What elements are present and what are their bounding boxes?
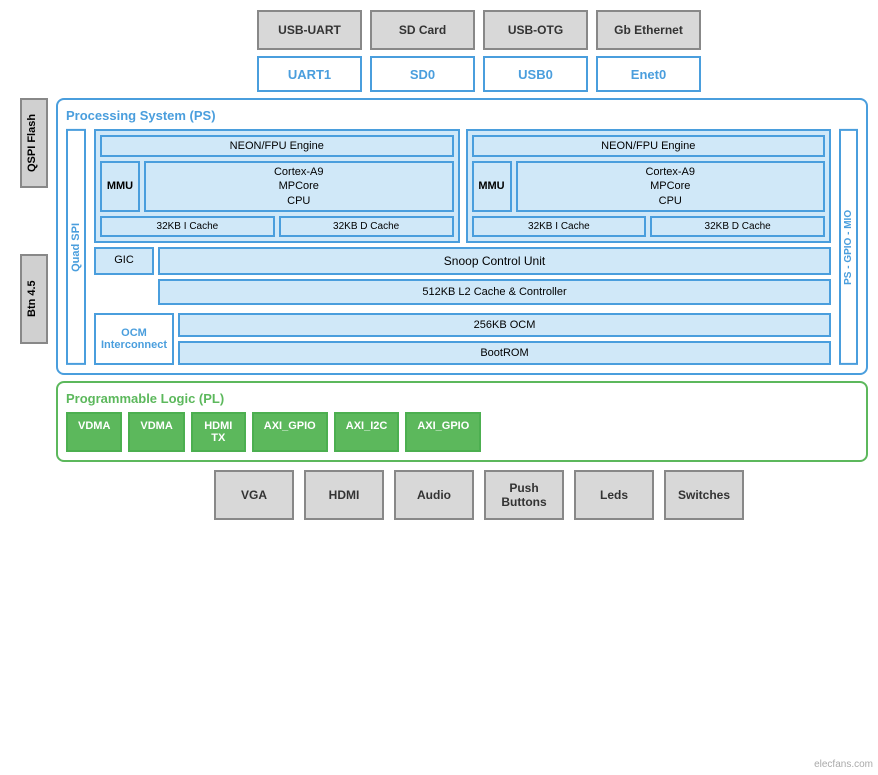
periph-hdmi: HDMI	[304, 470, 384, 520]
gic-scu-row: GIC Snoop Control Unit	[94, 247, 831, 275]
btn45-label: Btn 4.5	[20, 254, 48, 344]
l2-spacer	[94, 279, 158, 309]
diagram-container: USB-UART SD Card USB-OTG Gb Ethernet UAR…	[0, 0, 878, 775]
middle-section: QSPI Flash Btn 4.5 Processing System (PS…	[20, 98, 868, 462]
ps-gpio-side-label: PS - GPIO - MIO	[839, 129, 858, 365]
pl-vdma-1: VDMA	[128, 412, 184, 452]
pl-title: Programmable Logic (PL)	[66, 391, 858, 406]
cpu-core-0: NEON/FPU Engine MMU Cortex-A9 MPCore CPU…	[94, 129, 460, 243]
cortex-0: Cortex-A9 MPCore CPU	[144, 161, 454, 212]
iface-usb0: USB0	[483, 56, 588, 92]
core-inner-0: MMU Cortex-A9 MPCore CPU	[100, 161, 454, 212]
dcache-0: 32KB D Cache	[279, 216, 454, 237]
dcache-1: 32KB D Cache	[650, 216, 825, 237]
ocm-256: 256KB OCM	[178, 313, 831, 337]
top-peripherals-row: USB-UART SD Card USB-OTG Gb Ethernet	[90, 10, 868, 50]
gic-box: GIC	[94, 247, 154, 275]
l2-row: 512KB L2 Cache & Controller	[94, 279, 831, 309]
far-left-labels: QSPI Flash Btn 4.5	[20, 98, 48, 462]
ps-inner-row: Quad SPI NEON/FPU Engine MMU Cortex-A9 M…	[66, 129, 858, 365]
cache-row-0: 32KB I Cache 32KB D Cache	[100, 216, 454, 237]
neon-fpu-0: NEON/FPU Engine	[100, 135, 454, 157]
periph-usb-uart: USB-UART	[257, 10, 362, 50]
ocm-row: OCM Interconnect 256KB OCM BootROM	[94, 313, 831, 365]
bottom-peripherals-row: VGA HDMI Audio Push Buttons Leds Switche…	[90, 470, 868, 520]
pl-axi-gpio-0: AXI_GPIO	[252, 412, 328, 452]
periph-sd-card: SD Card	[370, 10, 475, 50]
neon-fpu-1: NEON/FPU Engine	[472, 135, 826, 157]
scu-box: Snoop Control Unit	[158, 247, 831, 275]
iface-uart1: UART1	[257, 56, 362, 92]
icache-0: 32KB I Cache	[100, 216, 275, 237]
periph-leds: Leds	[574, 470, 654, 520]
periph-push-buttons: Push Buttons	[484, 470, 564, 520]
pl-blocks-row: VDMA VDMA HDMI TX AXI_GPIO AXI_I2C AXI_G…	[66, 412, 858, 452]
cache-row-1: 32KB I Cache 32KB D Cache	[472, 216, 826, 237]
iface-enet0: Enet0	[596, 56, 701, 92]
ocm-right: 256KB OCM BootROM	[178, 313, 831, 365]
pl-container: Programmable Logic (PL) VDMA VDMA HDMI T…	[56, 381, 868, 462]
top-interfaces-row: UART1 SD0 USB0 Enet0	[90, 56, 868, 92]
cores-row: NEON/FPU Engine MMU Cortex-A9 MPCore CPU…	[94, 129, 831, 243]
periph-vga: VGA	[214, 470, 294, 520]
pl-vdma-0: VDMA	[66, 412, 122, 452]
periph-switches: Switches	[664, 470, 744, 520]
iface-sd0: SD0	[370, 56, 475, 92]
pl-axi-gpio-1: AXI_GPIO	[405, 412, 481, 452]
cortex-1: Cortex-A9 MPCore CPU	[516, 161, 826, 212]
pl-axi-i2c: AXI_I2C	[334, 412, 400, 452]
qspi-flash-label: QSPI Flash	[20, 98, 48, 188]
icache-1: 32KB I Cache	[472, 216, 647, 237]
quad-spi-side-label: Quad SPI	[66, 129, 86, 365]
ps-container: Processing System (PS) Quad SPI NEON/FPU…	[56, 98, 868, 375]
core-inner-1: MMU Cortex-A9 MPCore CPU	[472, 161, 826, 212]
ps-main-content: NEON/FPU Engine MMU Cortex-A9 MPCore CPU…	[94, 129, 831, 365]
mmu-1: MMU	[472, 161, 512, 212]
watermark: elecfans.com	[814, 759, 873, 770]
periph-usb-otg: USB-OTG	[483, 10, 588, 50]
pl-hdmi-tx: HDMI TX	[191, 412, 246, 452]
periph-gb-ethernet: Gb Ethernet	[596, 10, 701, 50]
mmu-0: MMU	[100, 161, 140, 212]
ocm-interconnect: OCM Interconnect	[94, 313, 174, 365]
ps-title: Processing System (PS)	[66, 108, 858, 123]
periph-audio: Audio	[394, 470, 474, 520]
cpu-core-1: NEON/FPU Engine MMU Cortex-A9 MPCore CPU…	[466, 129, 832, 243]
l2-box: 512KB L2 Cache & Controller	[158, 279, 831, 305]
ps-pl-wrapper: Processing System (PS) Quad SPI NEON/FPU…	[56, 98, 868, 462]
bootrom: BootROM	[178, 341, 831, 365]
